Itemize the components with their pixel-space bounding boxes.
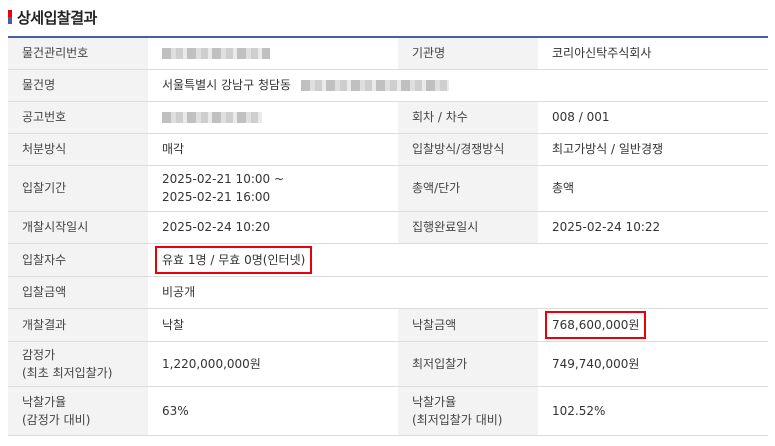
value-bidder-count: 유효 1명 / 무효 0명(인터넷) bbox=[155, 245, 313, 274]
table-row-opening-result: 개찰결과 낙찰 낙찰금액 768,600,000원 bbox=[8, 308, 768, 342]
value-winning-amount-cell: 768,600,000원 bbox=[538, 308, 768, 342]
value-item-number bbox=[148, 37, 398, 70]
value-opening-result: 낙찰 bbox=[148, 308, 398, 342]
table-row-appraisal: 감정가 (최초 최저입찰가) 1,220,000,000원 최저입찰가 749,… bbox=[8, 341, 768, 387]
value-agency: 코리아신탁주식회사 bbox=[538, 37, 768, 70]
value-completion-time: 2025-02-24 10:22 bbox=[538, 211, 768, 244]
value-round: 008 / 001 bbox=[538, 101, 768, 134]
table-row-disposal-method: 처분방식 매각 입찰방식/경쟁방식 최고가방식 / 일반경쟁 bbox=[8, 133, 768, 166]
label-appraisal: 감정가 (최초 최저입찰가) bbox=[8, 341, 148, 387]
label-opening-time: 개찰시작일시 bbox=[8, 211, 148, 244]
table-row-bid-amount: 입찰금액 비공개 bbox=[8, 276, 768, 309]
label-completion-time: 집행완료일시 bbox=[398, 211, 538, 244]
section-header: 상세입찰결과 bbox=[8, 7, 97, 27]
table-row-notice-number: 공고번호 회차 / 차수 008 / 001 bbox=[8, 101, 768, 134]
value-bid-method: 최고가방식 / 일반경쟁 bbox=[538, 133, 768, 166]
label-item-name: 물건명 bbox=[8, 69, 148, 102]
table-row-winning-rate: 낙찰가율 (감정가 대비) 63% 낙찰가율 (최저입찰가 대비) 102.52… bbox=[8, 386, 768, 436]
value-min-bid: 749,740,000원 bbox=[538, 341, 768, 387]
bid-period-start: 2025-02-21 10:00 ~ bbox=[162, 172, 285, 186]
bid-result-table: 물건관리번호 기관명 코리아신탁주식회사 물건명 서울특별시 강남구 청담동 공… bbox=[8, 36, 768, 436]
label-item-number: 물건관리번호 bbox=[8, 37, 148, 70]
value-total-unit: 총액 bbox=[538, 165, 768, 212]
label-disposal-method: 처분방식 bbox=[8, 133, 148, 166]
label-rate-min-bid-line2: (최저입찰가 대비) bbox=[412, 412, 503, 427]
value-winning-amount: 768,600,000원 bbox=[545, 310, 647, 339]
value-opening-time: 2025-02-24 10:20 bbox=[148, 211, 398, 244]
value-item-name: 서울특별시 강남구 청담동 bbox=[148, 69, 768, 102]
label-total-unit: 총액/단가 bbox=[398, 165, 538, 212]
redacted-item-address bbox=[300, 80, 449, 91]
label-bid-method: 입찰방식/경쟁방식 bbox=[398, 133, 538, 166]
label-notice-number: 공고번호 bbox=[8, 101, 148, 134]
label-appraisal-line1: 감정가 bbox=[22, 347, 56, 362]
label-rate-appraisal-line2: (감정가 대비) bbox=[22, 412, 91, 427]
label-round: 회차 / 차수 bbox=[398, 101, 538, 134]
label-agency: 기관명 bbox=[398, 37, 538, 70]
value-disposal-method: 매각 bbox=[148, 133, 398, 166]
table-row-item-name: 물건명 서울특별시 강남구 청담동 bbox=[8, 69, 768, 102]
value-rate-appraisal: 63% bbox=[148, 386, 398, 436]
label-min-bid: 최저입찰가 bbox=[398, 341, 538, 387]
bid-period-end: 2025-02-21 16:00 bbox=[162, 190, 271, 204]
label-winning-amount: 낙찰금액 bbox=[398, 308, 538, 342]
table-row-opening-time: 개찰시작일시 2025-02-24 10:20 집행완료일시 2025-02-2… bbox=[8, 211, 768, 244]
label-rate-appraisal: 낙찰가율 (감정가 대비) bbox=[8, 386, 148, 436]
section-title: 상세입찰결과 bbox=[17, 8, 97, 27]
value-bidder-count-cell: 유효 1명 / 무효 0명(인터넷) bbox=[148, 243, 768, 277]
label-rate-min-bid: 낙찰가율 (최저입찰가 대비) bbox=[398, 386, 538, 436]
table-row-bid-period: 입찰기간 2025-02-21 10:00 ~ 2025-02-21 16:00… bbox=[8, 165, 768, 212]
label-bid-amount: 입찰금액 bbox=[8, 276, 148, 309]
value-notice-number bbox=[148, 101, 398, 134]
redacted-item-number bbox=[162, 48, 270, 60]
value-bid-period: 2025-02-21 10:00 ~ 2025-02-21 16:00 bbox=[148, 165, 398, 212]
value-rate-min-bid: 102.52% bbox=[538, 386, 768, 436]
label-appraisal-line2: (최초 최저입찰가) bbox=[22, 365, 113, 380]
value-appraisal: 1,220,000,000원 bbox=[148, 341, 398, 387]
table-row-item-number: 물건관리번호 기관명 코리아신탁주식회사 bbox=[8, 37, 768, 70]
title-marker-icon bbox=[8, 10, 12, 24]
redacted-notice-number bbox=[162, 112, 262, 123]
label-rate-appraisal-line1: 낙찰가율 bbox=[22, 394, 67, 409]
label-bid-period: 입찰기간 bbox=[8, 165, 148, 212]
item-name-text: 서울특별시 강남구 청담동 bbox=[162, 78, 292, 92]
label-rate-min-bid-line1: 낙찰가율 bbox=[412, 394, 457, 409]
label-opening-result: 개찰결과 bbox=[8, 308, 148, 342]
label-bidder-count: 입찰자수 bbox=[8, 243, 148, 277]
value-bid-amount: 비공개 bbox=[148, 276, 768, 309]
table-row-bidder-count: 입찰자수 유효 1명 / 무효 0명(인터넷) bbox=[8, 243, 768, 277]
